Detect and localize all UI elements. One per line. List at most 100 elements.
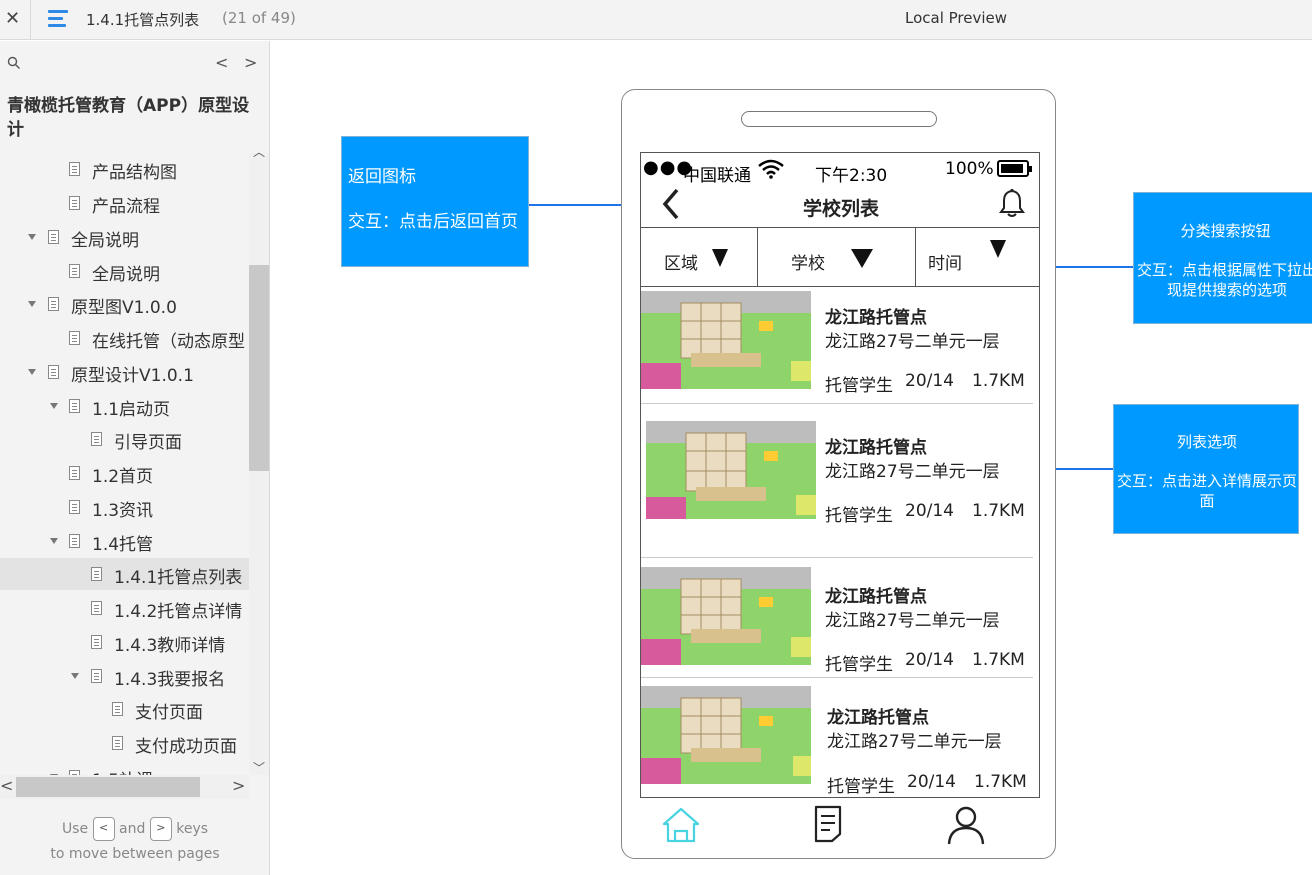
tree-item-label: 在线托管（动态原型 bbox=[92, 332, 245, 352]
expand-caret-icon[interactable] bbox=[28, 369, 36, 375]
tree-item[interactable]: 1.4.2托管点详情 bbox=[0, 592, 249, 624]
project-title: 青橄榄托管教育（APP）原型设计 bbox=[7, 96, 250, 140]
scroll-left-icon[interactable]: < bbox=[0, 776, 13, 795]
tree-item[interactable]: 产品流程 bbox=[0, 187, 249, 219]
tree-item-label: 1.3资讯 bbox=[92, 501, 154, 521]
scroll-up-icon[interactable]: ︿ bbox=[253, 143, 265, 160]
prototype-canvas: 返回图标 交互：点击后返回首页 分类搜索按钮 交互：点击根据属性下拉出现提供搜索… bbox=[271, 41, 1312, 875]
filter-time[interactable]: 时间 bbox=[916, 228, 1039, 286]
distance: 1.7KM bbox=[972, 501, 1025, 521]
tree-item-label: 全局说明 bbox=[92, 265, 160, 285]
distance: 1.7KM bbox=[972, 650, 1025, 670]
tree-item-label: 原型设计V1.0.1 bbox=[71, 366, 194, 386]
student-count: 20/14 bbox=[907, 772, 956, 792]
tree-item[interactable]: 全局说明 bbox=[0, 255, 249, 287]
page-icon bbox=[91, 669, 102, 683]
tree-item[interactable]: 1.1启动页 bbox=[0, 390, 249, 422]
filter-label: 区域 bbox=[664, 254, 698, 274]
tree-item-label: 引导页面 bbox=[114, 433, 182, 453]
clock-label: 下午2:30 bbox=[815, 166, 888, 186]
tab-bar bbox=[640, 800, 1040, 856]
prev-page-icon[interactable]: < bbox=[215, 53, 228, 72]
tree-item[interactable]: 1.4托管 bbox=[0, 525, 249, 557]
nav-bar: 学校列表 bbox=[641, 187, 1039, 221]
expand-caret-icon[interactable] bbox=[28, 234, 36, 240]
school-name: 龙江路托管点 bbox=[825, 308, 927, 328]
tree-item[interactable]: 在线托管（动态原型 bbox=[0, 322, 249, 354]
page-icon bbox=[69, 331, 80, 345]
menu-icon[interactable] bbox=[48, 10, 68, 28]
tree-item-label: 1.4.2托管点详情 bbox=[114, 602, 243, 622]
page-icon bbox=[48, 230, 59, 244]
list-item[interactable]: 龙江路托管点 龙江路27号二单元一层 托管学生 20/14 1.7KM bbox=[641, 421, 1033, 558]
tree-item[interactable]: 原型设计V1.0.1 bbox=[0, 356, 249, 388]
tree-item-label: 产品结构图 bbox=[92, 163, 177, 183]
school-name: 龙江路托管点 bbox=[825, 438, 927, 458]
vertical-scrollbar[interactable]: ︿ ﹀ bbox=[249, 145, 269, 776]
expand-caret-icon[interactable] bbox=[71, 673, 79, 679]
horizontal-scrollbar[interactable]: < > bbox=[0, 775, 249, 799]
next-page-icon[interactable]: > bbox=[244, 53, 257, 72]
expand-caret-icon[interactable] bbox=[50, 538, 58, 544]
bell-icon[interactable] bbox=[998, 188, 1026, 218]
tree-item-label: 全局说明 bbox=[71, 231, 139, 251]
tree-item[interactable]: 1.5补课 bbox=[0, 761, 249, 775]
expand-caret-icon[interactable] bbox=[28, 301, 36, 307]
list-item[interactable]: 龙江路托管点 龙江路27号二单元一层 托管学生 20/14 1.7KM bbox=[641, 686, 1033, 797]
page-icon bbox=[112, 736, 123, 750]
school-photo bbox=[641, 686, 811, 784]
nav-title: 学校列表 bbox=[802, 198, 879, 220]
tree-item[interactable]: 1.4.3教师详情 bbox=[0, 626, 249, 658]
student-label: 托管学生 bbox=[825, 655, 893, 675]
annotation-filter: 分类搜索按钮 交互：点击根据属性下拉出现提供搜索的选项 bbox=[1133, 192, 1312, 324]
tree-item-label: 1.4.3我要报名 bbox=[114, 670, 226, 690]
page-icon bbox=[69, 466, 80, 480]
status-bar: ●●● 中国联通 下午2:30 100% bbox=[641, 153, 1039, 187]
search-icon[interactable] bbox=[7, 56, 21, 70]
divider bbox=[30, 0, 31, 40]
scroll-thumb[interactable] bbox=[249, 265, 269, 471]
preview-label: Local Preview bbox=[905, 9, 1008, 27]
tree-item[interactable]: 支付成功页面 bbox=[0, 727, 249, 759]
filter-label: 学校 bbox=[791, 254, 825, 274]
student-label: 托管学生 bbox=[825, 506, 893, 526]
scroll-thumb[interactable] bbox=[16, 777, 200, 797]
page-icon bbox=[69, 162, 80, 176]
tree-item[interactable]: 全局说明 bbox=[0, 221, 249, 253]
home-icon[interactable] bbox=[660, 804, 702, 846]
list-item[interactable]: 龙江路托管点 龙江路27号二单元一层 托管学生 20/14 1.7KM bbox=[641, 291, 1033, 406]
tree-item-label: 1.1启动页 bbox=[92, 400, 171, 420]
carrier-label: 中国联通 bbox=[683, 166, 751, 186]
dropdown-triangle-icon bbox=[990, 240, 1006, 258]
school-photo bbox=[641, 291, 811, 389]
document-icon[interactable] bbox=[812, 804, 846, 844]
tree-item[interactable]: 1.3资讯 bbox=[0, 491, 249, 523]
student-count: 20/14 bbox=[905, 501, 954, 521]
user-icon[interactable] bbox=[946, 804, 986, 846]
tree-item-label: 1.4.1托管点列表 bbox=[114, 568, 243, 588]
tree-item-label: 1.4托管 bbox=[92, 535, 154, 555]
scroll-down-icon[interactable]: ﹀ bbox=[253, 759, 265, 776]
tree-item[interactable]: 1.4.3我要报名 bbox=[0, 660, 249, 692]
keyboard-hint: Use < and > keys to move between pages bbox=[0, 817, 270, 867]
tree-item[interactable]: 支付页面 bbox=[0, 693, 249, 725]
tree-item-label: 1.5补课 bbox=[92, 766, 153, 775]
tree-item[interactable]: 1.2首页 bbox=[0, 457, 249, 489]
tree-item[interactable]: 原型图V1.0.0 bbox=[0, 288, 249, 320]
page-count: (21 of 49) bbox=[222, 9, 296, 27]
tree-item-active[interactable]: 1.4.1托管点列表 bbox=[0, 558, 249, 590]
filter-region[interactable]: 区域 bbox=[641, 228, 757, 286]
list-item[interactable]: 龙江路托管点 龙江路27号二单元一层 托管学生 20/14 1.7KM bbox=[641, 567, 1033, 682]
expand-caret-icon[interactable] bbox=[50, 403, 58, 409]
tree-item-label: 支付页面 bbox=[135, 703, 203, 723]
annotation-back: 返回图标 交互：点击后返回首页 bbox=[341, 136, 529, 267]
tree-item[interactable]: 引导页面 bbox=[0, 423, 249, 455]
filter-school[interactable]: 学校 bbox=[757, 228, 916, 286]
tree-item-label: 产品流程 bbox=[92, 197, 160, 217]
hint-text: to move between pages bbox=[50, 846, 220, 862]
close-icon[interactable]: ✕ bbox=[5, 8, 20, 29]
tree-item[interactable]: 产品结构图 bbox=[0, 153, 249, 185]
student-count: 20/14 bbox=[905, 650, 954, 670]
page-icon bbox=[69, 264, 80, 278]
scroll-right-icon[interactable]: > bbox=[232, 776, 245, 795]
